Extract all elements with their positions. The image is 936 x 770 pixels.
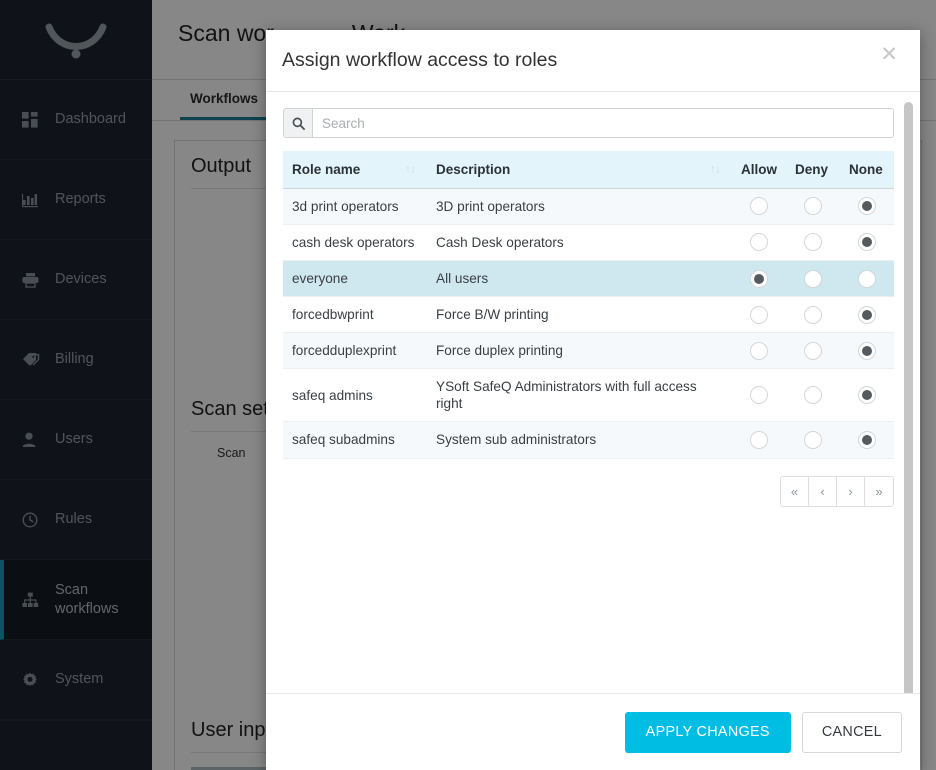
radio-allow[interactable] — [750, 386, 768, 404]
modal-title: Assign workflow access to roles — [282, 49, 557, 72]
radio-none[interactable] — [858, 431, 876, 449]
pagination: « ‹ › » — [283, 476, 894, 507]
radio-deny[interactable] — [804, 233, 822, 251]
cell-role-name: safeq admins — [283, 369, 427, 422]
cell-deny — [786, 422, 840, 458]
cell-none — [840, 224, 894, 260]
radio-deny[interactable] — [804, 342, 822, 360]
table-row[interactable]: everyoneAll users — [283, 260, 894, 296]
radio-none[interactable] — [858, 270, 876, 288]
cell-description: YSoft SafeQ Administrators with full acc… — [427, 369, 732, 422]
cell-deny — [786, 224, 840, 260]
cell-none — [840, 369, 894, 422]
radio-allow[interactable] — [750, 342, 768, 360]
radio-deny[interactable] — [804, 270, 822, 288]
cell-allow — [732, 422, 786, 458]
column-header-deny: Deny — [786, 151, 840, 188]
column-header-label: Description — [436, 162, 510, 177]
radio-deny[interactable] — [804, 306, 822, 324]
radio-deny[interactable] — [804, 386, 822, 404]
cell-role-name: safeq subadmins — [283, 422, 427, 458]
cell-allow — [732, 296, 786, 332]
roles-table: Role name ↑↓ Description ↑↓ Allow Deny N… — [283, 151, 894, 459]
cell-allow — [732, 260, 786, 296]
modal-footer: APPLY CHANGES CANCEL — [266, 693, 920, 770]
radio-deny[interactable] — [804, 197, 822, 215]
cell-deny — [786, 188, 840, 224]
cell-deny — [786, 260, 840, 296]
column-header-none: None — [840, 151, 894, 188]
cell-allow — [732, 333, 786, 369]
roles-table-body: 3d print operators3D print operatorscash… — [283, 188, 894, 458]
assign-workflow-access-modal: Assign workflow access to roles ✕ Role n… — [266, 30, 920, 770]
cell-none — [840, 333, 894, 369]
cell-none — [840, 422, 894, 458]
roles-table-head: Role name ↑↓ Description ↑↓ Allow Deny N… — [283, 151, 894, 188]
apply-changes-button[interactable]: APPLY CHANGES — [625, 712, 791, 753]
cell-role-name: forcedbwprint — [283, 296, 427, 332]
cell-description: All users — [427, 260, 732, 296]
radio-none[interactable] — [858, 342, 876, 360]
cell-role-name: cash desk operators — [283, 224, 427, 260]
modal-scrollbar-thumb[interactable] — [904, 102, 913, 693]
radio-allow[interactable] — [750, 431, 768, 449]
pagination-next-button[interactable]: › — [837, 477, 865, 506]
cell-role-name: forcedduplexprint — [283, 333, 427, 369]
cell-role-name: 3d print operators — [283, 188, 427, 224]
cell-description: Force B/W printing — [427, 296, 732, 332]
pagination-prev-button[interactable]: ‹ — [809, 477, 837, 506]
modal-scrollbar[interactable] — [904, 102, 913, 693]
pagination-first-button[interactable]: « — [781, 477, 809, 506]
cell-allow — [732, 369, 786, 422]
cancel-button[interactable]: CANCEL — [802, 712, 902, 753]
pagination-last-button[interactable]: » — [865, 477, 893, 506]
cell-none — [840, 260, 894, 296]
cell-description: Cash Desk operators — [427, 224, 732, 260]
table-row[interactable]: 3d print operators3D print operators — [283, 188, 894, 224]
cell-description: System sub administrators — [427, 422, 732, 458]
radio-none[interactable] — [858, 233, 876, 251]
table-row[interactable]: cash desk operatorsCash Desk operators — [283, 224, 894, 260]
cell-none — [840, 188, 894, 224]
sort-updown-icon[interactable]: ↑↓ — [710, 162, 720, 176]
cell-deny — [786, 369, 840, 422]
table-row[interactable]: forcedduplexprintForce duplex printing — [283, 333, 894, 369]
pagination-group: « ‹ › » — [780, 476, 894, 507]
column-header-role-name[interactable]: Role name ↑↓ — [283, 151, 427, 188]
table-row[interactable]: safeq adminsYSoft SafeQ Administrators w… — [283, 369, 894, 422]
radio-allow[interactable] — [750, 270, 768, 288]
radio-allow[interactable] — [750, 197, 768, 215]
column-header-allow: Allow — [732, 151, 786, 188]
search-box — [283, 108, 894, 138]
cell-allow — [732, 224, 786, 260]
radio-allow[interactable] — [750, 306, 768, 324]
cell-allow — [732, 188, 786, 224]
cell-deny — [786, 296, 840, 332]
table-header-row: Role name ↑↓ Description ↑↓ Allow Deny N… — [283, 151, 894, 188]
table-row[interactable]: safeq subadminsSystem sub administrators — [283, 422, 894, 458]
search-input[interactable] — [313, 109, 893, 137]
radio-allow[interactable] — [750, 233, 768, 251]
search-icon — [284, 109, 313, 137]
modal-header: Assign workflow access to roles ✕ — [266, 30, 920, 92]
cell-description: Force duplex printing — [427, 333, 732, 369]
close-icon[interactable]: ✕ — [880, 44, 898, 65]
cell-description: 3D print operators — [427, 188, 732, 224]
column-header-description[interactable]: Description ↑↓ — [427, 151, 732, 188]
modal-body: Role name ↑↓ Description ↑↓ Allow Deny N… — [266, 92, 920, 693]
radio-none[interactable] — [858, 197, 876, 215]
cell-none — [840, 296, 894, 332]
table-row[interactable]: forcedbwprintForce B/W printing — [283, 296, 894, 332]
radio-deny[interactable] — [804, 431, 822, 449]
sort-updown-icon[interactable]: ↑↓ — [405, 162, 415, 176]
cell-role-name: everyone — [283, 260, 427, 296]
radio-none[interactable] — [858, 386, 876, 404]
cell-deny — [786, 333, 840, 369]
radio-none[interactable] — [858, 306, 876, 324]
column-header-label: Role name — [292, 162, 360, 177]
